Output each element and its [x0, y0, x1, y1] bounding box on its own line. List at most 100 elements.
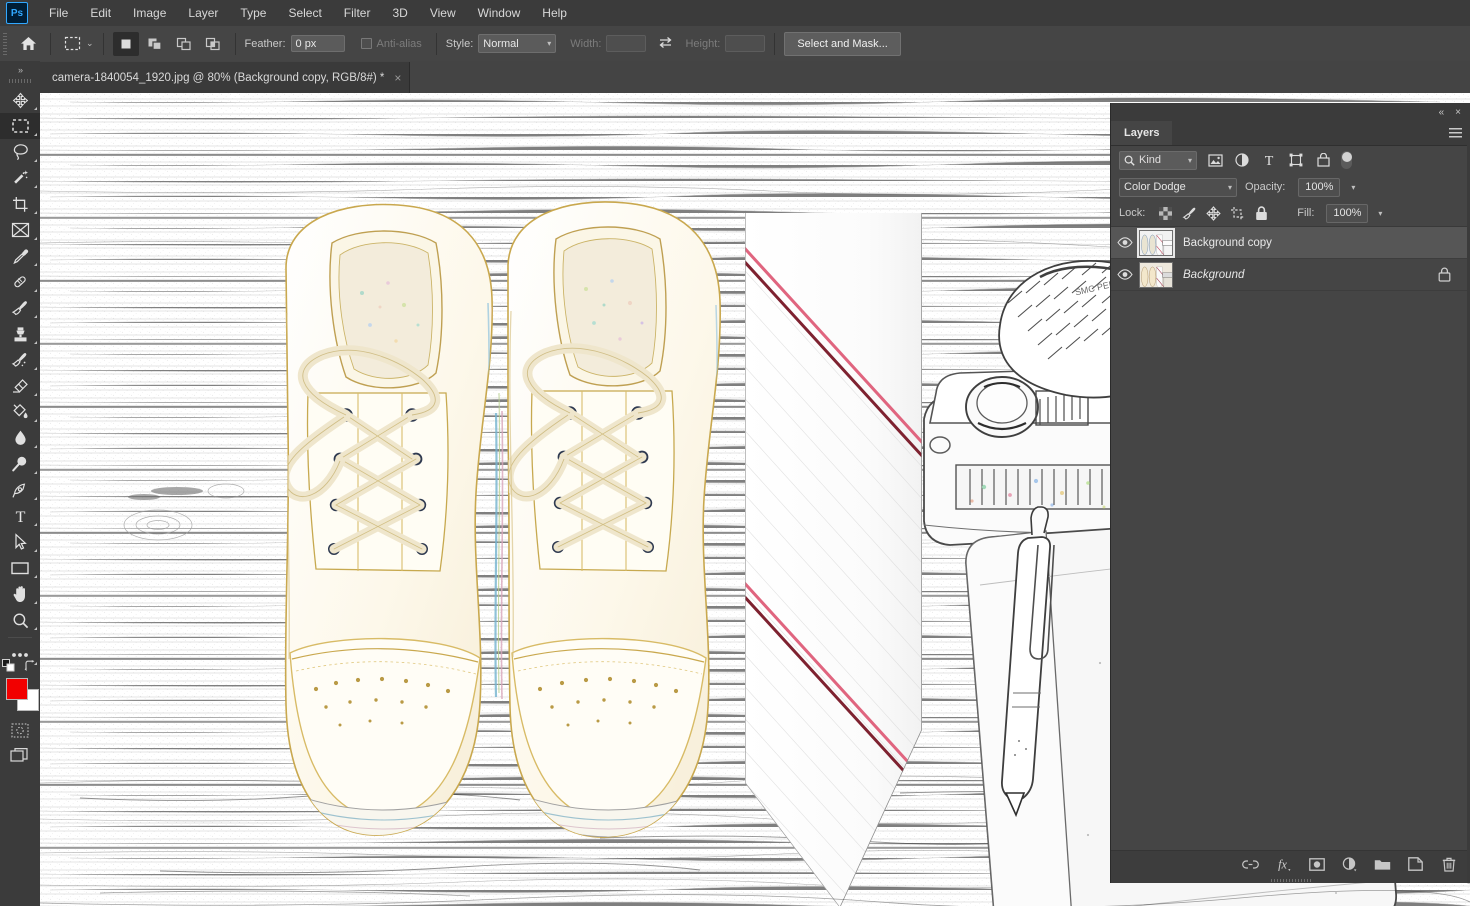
- hand-tool[interactable]: [0, 581, 40, 607]
- close-icon[interactable]: ×: [1455, 107, 1461, 118]
- menu-filter[interactable]: Filter: [333, 2, 382, 24]
- lock-image-pixels-icon[interactable]: [1181, 205, 1198, 222]
- intersect-selection-icon[interactable]: [200, 32, 226, 56]
- gradient-tool[interactable]: [0, 399, 40, 425]
- anti-alias-checkbox[interactable]: [361, 38, 372, 49]
- link-icon[interactable]: [1242, 856, 1259, 873]
- quick-mask-icon[interactable]: [0, 718, 40, 742]
- eye-icon[interactable]: [1111, 237, 1139, 248]
- select-and-mask-button[interactable]: Select and Mask...: [784, 32, 901, 56]
- screen-mode-icon[interactable]: [0, 742, 40, 768]
- height-input[interactable]: [725, 35, 765, 52]
- path-selection-tool[interactable]: [0, 529, 40, 555]
- menu-select[interactable]: Select: [277, 2, 332, 24]
- crop-tool[interactable]: [0, 191, 40, 217]
- layer-mask-icon[interactable]: [1308, 856, 1325, 873]
- zoom-tool[interactable]: [0, 607, 40, 633]
- subtract-from-selection-icon[interactable]: [171, 32, 197, 56]
- rectangular-marquee-icon[interactable]: [60, 33, 84, 55]
- rectangle-tool[interactable]: [0, 555, 40, 581]
- new-layer-icon[interactable]: [1407, 856, 1424, 873]
- chevron-down-icon: ▾: [1228, 183, 1232, 192]
- fill-input[interactable]: 100%: [1326, 204, 1368, 223]
- options-divider-1: [50, 33, 51, 55]
- document-tab[interactable]: camera-1840054_1920.jpg @ 80% (Backgroun…: [40, 62, 410, 93]
- tool-preset-chevron-down-icon[interactable]: ⌄: [86, 38, 94, 49]
- layer-filter-kind-select[interactable]: Kind ▾: [1119, 151, 1197, 170]
- swap-width-height-icon[interactable]: [658, 35, 673, 52]
- panel-menu-icon[interactable]: [1449, 128, 1462, 138]
- menu-window[interactable]: Window: [467, 2, 532, 24]
- menu-edit[interactable]: Edit: [79, 2, 122, 24]
- layer-row-background[interactable]: Background: [1111, 259, 1470, 291]
- menu-help[interactable]: Help: [531, 2, 578, 24]
- default-colors-icon[interactable]: [2, 659, 15, 675]
- clone-stamp-tool[interactable]: [0, 321, 40, 347]
- frame-tool[interactable]: [0, 217, 40, 243]
- lock-artboard-nesting-icon[interactable]: [1229, 205, 1246, 222]
- layer-row-background-copy[interactable]: Background copy: [1111, 227, 1470, 259]
- menu-layer[interactable]: Layer: [177, 2, 229, 24]
- eraser-tool[interactable]: [0, 373, 40, 399]
- trash-icon[interactable]: [1440, 856, 1457, 873]
- svg-text:fx: fx: [1278, 857, 1287, 871]
- filter-shape-layers-icon[interactable]: [1287, 151, 1305, 169]
- feather-input[interactable]: 0 px: [291, 35, 345, 52]
- toolbar-grip[interactable]: [9, 79, 31, 83]
- fill-chevron-down-icon[interactable]: ▾: [1378, 209, 1382, 218]
- lock-all-icon[interactable]: [1253, 205, 1270, 222]
- new-selection-icon[interactable]: [113, 32, 139, 56]
- add-to-selection-icon[interactable]: [142, 32, 168, 56]
- panel-resize-grip[interactable]: [1111, 877, 1470, 883]
- lock-position-icon[interactable]: [1205, 205, 1222, 222]
- swap-colors-icon[interactable]: [24, 660, 37, 675]
- panel-title-bar: « ×: [1111, 103, 1470, 121]
- close-icon[interactable]: ×: [394, 71, 401, 85]
- filter-adjustment-layers-icon[interactable]: [1233, 151, 1251, 169]
- filter-type-layers-icon[interactable]: T: [1260, 151, 1278, 169]
- quick-selection-tool[interactable]: [0, 165, 40, 191]
- toolbar-expand-button[interactable]: »: [0, 61, 40, 79]
- healing-brush-tool[interactable]: [0, 269, 40, 295]
- history-brush-tool[interactable]: [0, 347, 40, 373]
- menu-view[interactable]: View: [419, 2, 467, 24]
- blend-mode-select[interactable]: Color Dodge ▾: [1119, 178, 1237, 197]
- pen-tool[interactable]: [0, 477, 40, 503]
- menu-3d[interactable]: 3D: [381, 2, 418, 24]
- move-tool[interactable]: [0, 87, 40, 113]
- fx-icon[interactable]: fx: [1275, 856, 1292, 873]
- menu-type[interactable]: Type: [229, 2, 277, 24]
- adjustment-circle-icon[interactable]: [1341, 856, 1358, 873]
- blur-tool[interactable]: [0, 425, 40, 451]
- filter-pixel-layers-icon[interactable]: [1206, 151, 1224, 169]
- rectangular-marquee-tool[interactable]: [0, 113, 40, 139]
- style-select[interactable]: Normal ▾: [478, 34, 556, 53]
- layer-thumbnail[interactable]: [1139, 230, 1173, 256]
- layers-panel-body: Kind ▾ T: [1111, 146, 1470, 883]
- filter-smart-objects-icon[interactable]: [1314, 151, 1332, 169]
- options-bar-grip[interactable]: [3, 33, 7, 55]
- layer-name[interactable]: Background copy: [1183, 237, 1272, 249]
- menu-image[interactable]: Image: [122, 2, 177, 24]
- brush-tool[interactable]: [0, 295, 40, 321]
- menu-file[interactable]: File: [38, 2, 79, 24]
- width-input[interactable]: [606, 35, 646, 52]
- foreground-color-swatch[interactable]: [6, 678, 28, 700]
- collapse-panel-icon[interactable]: «: [1439, 107, 1445, 118]
- lock-transparent-pixels-icon[interactable]: [1157, 205, 1174, 222]
- layer-list[interactable]: Background copy: [1111, 227, 1470, 850]
- filter-enable-toggle[interactable]: [1341, 151, 1352, 169]
- home-icon[interactable]: [15, 31, 41, 57]
- opacity-input[interactable]: 100%: [1298, 178, 1340, 197]
- folder-icon[interactable]: [1374, 856, 1391, 873]
- tab-layers[interactable]: Layers: [1111, 121, 1172, 145]
- eyedropper-tool[interactable]: [0, 243, 40, 269]
- dodge-tool[interactable]: [0, 451, 40, 477]
- opacity-chevron-down-icon[interactable]: ▾: [1351, 183, 1355, 192]
- layer-thumbnail[interactable]: [1139, 262, 1173, 288]
- lasso-tool[interactable]: [0, 139, 40, 165]
- document-tab-title: camera-1840054_1920.jpg @ 80% (Backgroun…: [52, 72, 384, 84]
- layer-name[interactable]: Background: [1183, 269, 1244, 281]
- eye-icon[interactable]: [1111, 269, 1139, 280]
- type-tool[interactable]: T: [0, 503, 40, 529]
